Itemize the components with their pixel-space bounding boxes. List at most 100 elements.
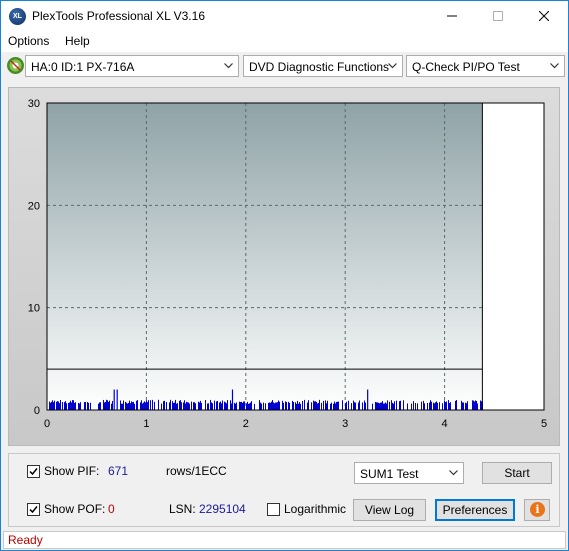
pi-bar (134, 403, 135, 410)
pi-bar (334, 401, 335, 410)
chevron-down-icon (449, 470, 458, 476)
rows-label: rows/1ECC (166, 464, 227, 478)
pif-value: 671 (108, 464, 129, 478)
pi-bar (51, 401, 52, 410)
pi-bar (383, 403, 384, 410)
pi-bar (473, 400, 474, 410)
logarithmic-checkbox[interactable] (267, 503, 280, 516)
pi-bar (313, 400, 314, 410)
pi-bar (62, 402, 63, 410)
info-button[interactable]: i (524, 499, 550, 521)
pi-bar (169, 402, 170, 410)
pi-bar (271, 401, 272, 410)
pi-bar (234, 402, 235, 410)
pi-bar (446, 401, 447, 410)
y-tick-label: 0 (34, 405, 40, 417)
y-tick-label: 10 (28, 303, 40, 315)
pi-bar (79, 403, 80, 410)
pi-bar (146, 400, 147, 410)
pi-spike-bar (113, 389, 115, 410)
pi-bar (288, 401, 289, 410)
disc-icon (7, 57, 24, 74)
drive-select[interactable]: HA:0 ID:1 PX-716A (25, 55, 239, 77)
pi-bar (221, 403, 222, 410)
pi-bar (282, 400, 283, 410)
pi-bar (246, 403, 247, 410)
pi-bar (170, 399, 171, 410)
pi-bar (423, 400, 424, 410)
function-select[interactable]: DVD Diagnostic Functions (243, 55, 403, 77)
pi-bar (100, 402, 101, 410)
show-pof-checkbox[interactable] (27, 503, 40, 516)
pi-bar (444, 400, 445, 410)
pi-bar (125, 401, 126, 410)
pi-bar (304, 399, 305, 410)
pi-bar (293, 402, 294, 410)
pi-bar (194, 402, 195, 410)
pi-bar (212, 403, 213, 410)
pi-bar (342, 400, 343, 410)
pi-bar (111, 403, 112, 410)
pi-bar (103, 399, 104, 410)
minimize-button[interactable] (429, 1, 475, 31)
show-pof-label: Show POF: (44, 502, 106, 516)
pi-bar (78, 402, 79, 410)
pi-bar (403, 400, 404, 410)
pi-bar (311, 402, 312, 410)
pi-bar (337, 401, 338, 410)
sum-test-select[interactable]: SUM1 Test (354, 462, 464, 484)
pi-bar (250, 402, 251, 410)
pi-bar (429, 402, 430, 410)
pi-spike-bar (116, 389, 118, 410)
pi-bar (219, 402, 220, 410)
pi-bar (84, 402, 85, 410)
test-select[interactable]: Q-Check PI/PO Test (406, 55, 565, 77)
pi-bar (200, 400, 201, 410)
pi-bar (248, 403, 249, 410)
pi-bar (251, 401, 252, 410)
pof-value: 0 (108, 502, 115, 516)
pi-bar (107, 400, 108, 410)
pi-bar (216, 401, 217, 410)
preferences-button[interactable]: Preferences (435, 499, 515, 521)
pi-bar (108, 401, 109, 410)
pi-bar (392, 402, 393, 410)
pi-bar (300, 403, 301, 410)
pi-bar (69, 402, 70, 410)
pi-bar (129, 400, 130, 410)
function-select-value: DVD Diagnostic Functions (249, 60, 390, 74)
pi-bar (472, 400, 473, 410)
pi-bar (227, 400, 228, 410)
chevron-down-icon (550, 63, 559, 69)
pi-bar (74, 402, 75, 410)
pi-bar (57, 401, 58, 410)
pi-bar (348, 400, 349, 410)
pi-bar (336, 401, 337, 410)
menu-help[interactable]: Help (65, 34, 90, 48)
view-log-button[interactable]: View Log (353, 499, 426, 521)
checkmark-icon (29, 506, 38, 514)
pi-bar (439, 402, 440, 410)
maximize-button[interactable] (475, 1, 521, 31)
pi-bar (98, 403, 99, 410)
pi-bar (376, 402, 377, 410)
start-button[interactable]: Start (482, 462, 552, 484)
close-button[interactable] (521, 1, 567, 31)
pi-bar (351, 403, 352, 410)
pi-bar (64, 402, 65, 410)
pi-bar (375, 401, 376, 410)
pi-bar (166, 402, 167, 410)
pi-bar (242, 402, 243, 410)
pi-bar (50, 402, 51, 410)
pi-bar (217, 400, 218, 410)
pi-bar (120, 400, 121, 410)
show-pif-checkbox[interactable] (27, 465, 40, 478)
pi-bar (152, 399, 153, 410)
title-bar: XL PlexTools Professional XL V3.16 (1, 1, 568, 31)
pi-bar (211, 402, 212, 410)
close-icon (539, 11, 549, 21)
pi-bar (122, 403, 123, 410)
pi-bar (241, 401, 242, 410)
pi-bar (379, 403, 380, 410)
menu-options[interactable]: Options (8, 34, 49, 48)
